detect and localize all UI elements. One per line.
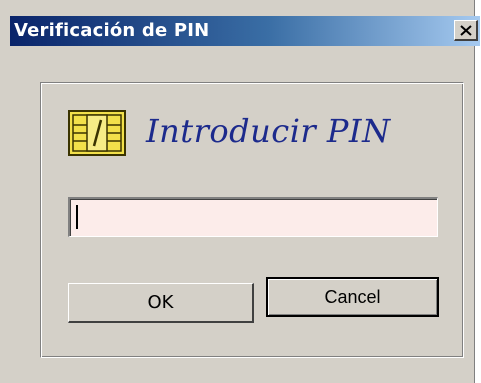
cancel-button[interactable]: Cancel: [266, 277, 439, 317]
pin-input[interactable]: [68, 197, 438, 237]
dialog-heading: Introducir PIN: [146, 112, 391, 150]
ok-button[interactable]: OK: [68, 283, 254, 323]
pin-dialog-window: Verificación de PIN Introducir PIN OK Ca…: [0, 0, 480, 383]
title-bar[interactable]: Verificación de PIN: [10, 16, 480, 46]
close-button[interactable]: [454, 20, 478, 41]
smartcard-chip-icon: [68, 110, 126, 156]
close-icon: [459, 24, 472, 36]
text-caret: [76, 205, 78, 229]
window-title: Verificación de PIN: [14, 20, 210, 41]
